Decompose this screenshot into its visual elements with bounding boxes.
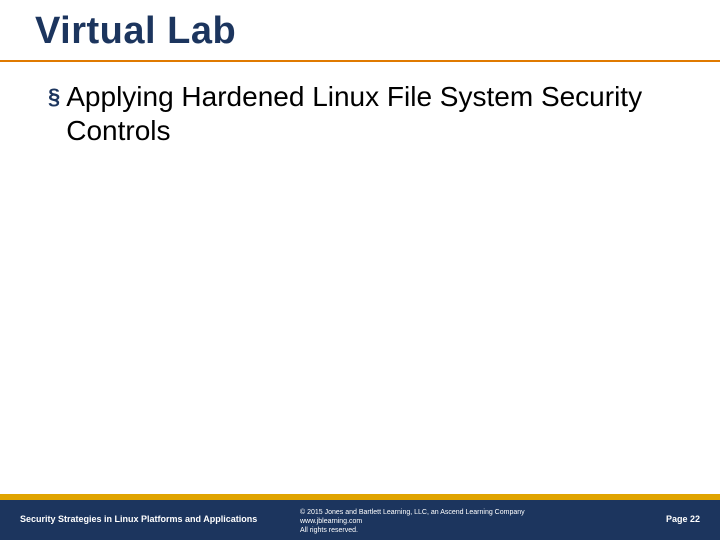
title-area: Virtual Lab [35,10,685,53]
footer-center-text: © 2015 Jones and Bartlett Learning, LLC,… [300,508,525,535]
slide: Virtual Lab § Applying Hardened Linux Fi… [0,0,720,540]
slide-title: Virtual Lab [35,10,685,53]
rights-line: All rights reserved. [300,526,525,535]
title-underline [0,60,720,62]
list-item: § Applying Hardened Linux File System Se… [48,80,680,148]
footer: Security Strategies in Linux Platforms a… [0,494,720,540]
page-number: Page 22 [666,514,700,524]
bullet-marker: § [48,80,60,114]
footer-left-text: Security Strategies in Linux Platforms a… [20,514,257,524]
url-line: www.jblearning.com [300,517,525,526]
bullet-list: § Applying Hardened Linux File System Se… [48,80,680,148]
bullet-text: Applying Hardened Linux File System Secu… [66,80,680,148]
footer-bar: Security Strategies in Linux Platforms a… [0,500,720,540]
copyright-line: © 2015 Jones and Bartlett Learning, LLC,… [300,508,525,517]
